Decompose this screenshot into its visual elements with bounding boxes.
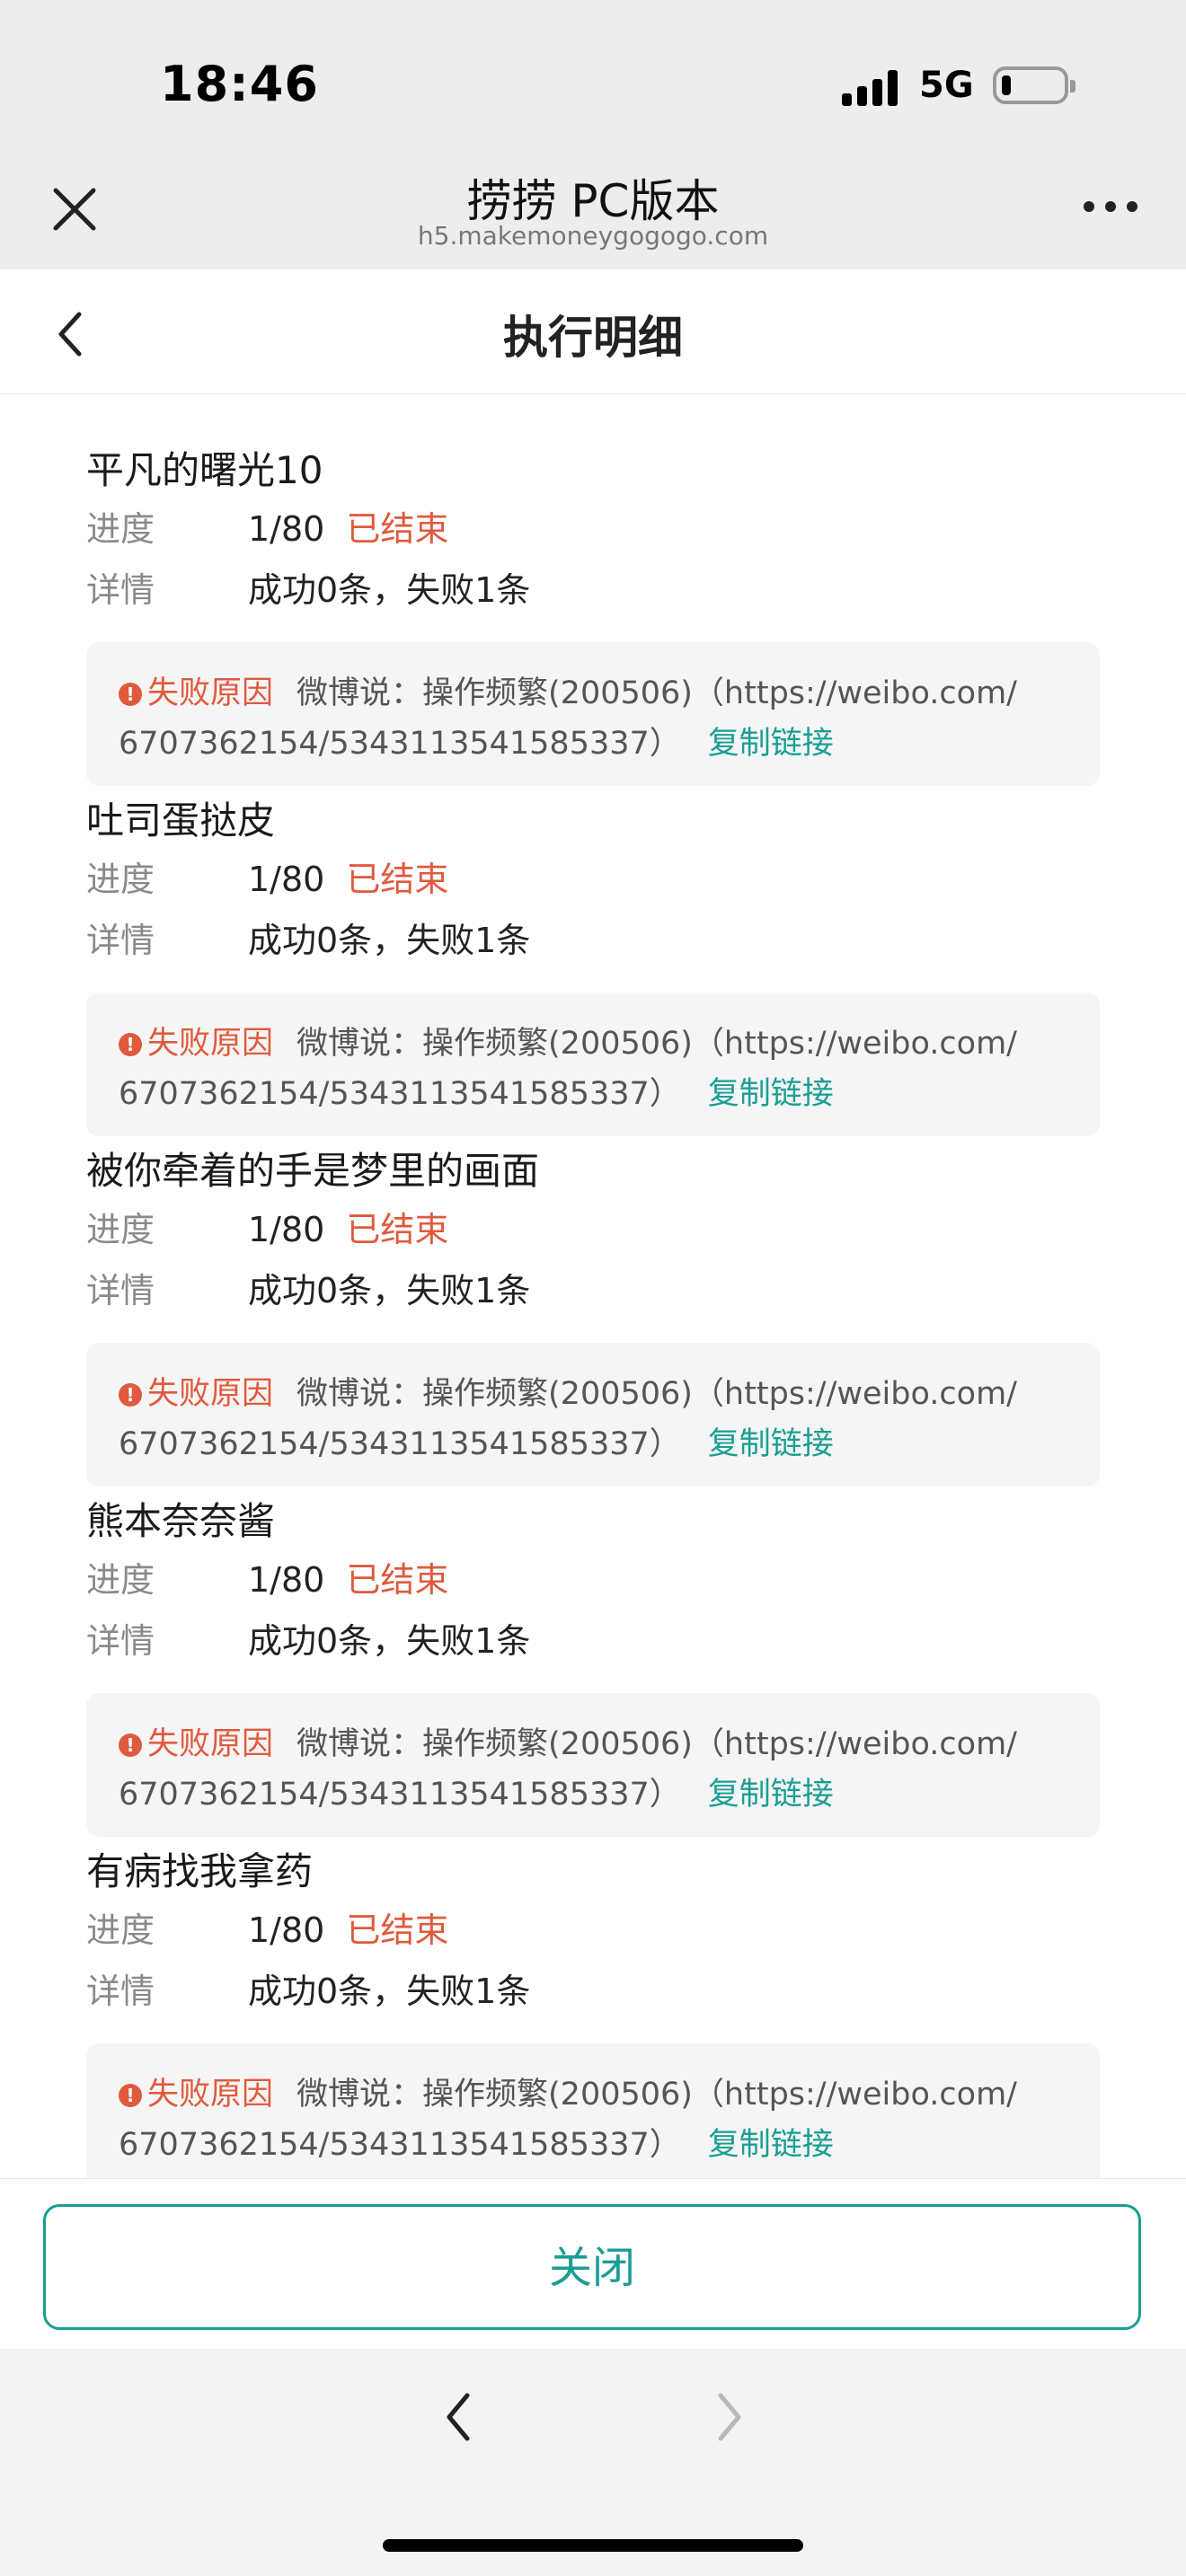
detail-value: 成功0条，失败1条: [248, 570, 531, 610]
status-badge: 已结束: [346, 1560, 449, 1600]
status-badge: 已结束: [346, 1210, 449, 1249]
account-name: 被你牵着的手是梦里的画面: [86, 1149, 540, 1193]
progress-label: 进度: [86, 860, 155, 899]
fail-reason-line: 6707362154/5343113541585337） 复制链接: [119, 1068, 834, 1114]
task-list[interactable]: 平凡的曙光10 进度 1/80 已结束 详情 成功0条，失败1条! 失败原因 微博说：操作频繁…: [0, 394, 1186, 2178]
status-badge: 已结束: [346, 1910, 449, 1950]
network-type: 5G: [919, 65, 974, 106]
status-badge: 已结束: [346, 509, 449, 549]
fail-reason-text: 6707362154/5343113541585337）: [119, 2127, 681, 2163]
fail-reason-text: 微博说：操作频繁(200506)（https://weibo.com/: [296, 675, 1017, 711]
fail-reason-line: 6707362154/5343113541585337） 复制链接: [119, 1769, 834, 1814]
detail-value: 成功0条，失败1条: [248, 921, 531, 960]
progress-value: 1/80: [248, 1560, 325, 1600]
detail-value: 成功0条，失败1条: [248, 1271, 531, 1310]
fail-reason-line: 6707362154/5343113541585337） 复制链接: [119, 718, 834, 763]
battery-icon: [993, 66, 1075, 104]
fail-reason-text: 6707362154/5343113541585337）: [119, 726, 681, 762]
error-icon: !: [119, 2084, 142, 2107]
detail-label: 详情: [86, 1271, 155, 1310]
progress-label: 进度: [86, 1560, 155, 1600]
fail-reason-text: 微博说：操作频繁(200506)（https://weibo.com/: [296, 1376, 1017, 1412]
copy-link-button[interactable]: 复制链接: [708, 726, 834, 762]
fail-reason-line: ! 失败原因 微博说：操作频繁(200506)（https://weibo.com/: [119, 2069, 1017, 2114]
account-name: 吐司蛋挞皮: [86, 798, 276, 842]
error-icon: !: [119, 1033, 142, 1056]
fail-reason-line: ! 失败原因 微博说：操作频繁(200506)（https://weibo.com/: [119, 667, 1017, 713]
account-name: 有病找我拿药: [86, 1849, 314, 1893]
copy-link-button[interactable]: 复制链接: [708, 1777, 834, 1813]
signal-icon: [842, 68, 899, 106]
fail-reason-line: 6707362154/5343113541585337） 复制链接: [119, 1418, 834, 1464]
close-button[interactable]: 关闭: [43, 2204, 1141, 2330]
page-header: 执行明细: [0, 269, 1186, 394]
fail-reason-box: ! 失败原因 微博说：操作频繁(200506)（https://weibo.com/…: [86, 1343, 1100, 1486]
footer: 关闭: [0, 2178, 1186, 2350]
fail-reason-text: 微博说：操作频繁(200506)（https://weibo.com/: [296, 2077, 1017, 2113]
fail-reason-line: ! 失败原因 微博说：操作频繁(200506)（https://weibo.com/: [119, 1718, 1017, 1764]
detail-label: 详情: [86, 1621, 155, 1661]
fail-reason-label: 失败原因: [147, 675, 274, 711]
chevron-right-icon[interactable]: [710, 2388, 749, 2446]
status-time: 18:46: [160, 56, 319, 112]
fail-reason-line: ! 失败原因 微博说：操作频繁(200506)（https://weibo.com/: [119, 1368, 1017, 1414]
fail-reason-box: ! 失败原因 微博说：操作频繁(200506)（https://weibo.com/…: [86, 2043, 1100, 2178]
progress-label: 进度: [86, 1910, 155, 1950]
detail-label: 详情: [86, 570, 155, 610]
detail-value: 成功0条，失败1条: [248, 1621, 531, 1661]
progress-value-wrap: 1/80 已结束: [248, 1902, 448, 1952]
fail-reason-text: 6707362154/5343113541585337）: [119, 1076, 681, 1112]
progress-value-wrap: 1/80 已结束: [248, 501, 448, 551]
fail-reason-text: 6707362154/5343113541585337）: [119, 1426, 681, 1462]
account-name: 熊本奈奈酱: [86, 1499, 276, 1543]
fail-reason-text: 微博说：操作频繁(200506)（https://weibo.com/: [296, 1726, 1017, 1762]
detail-label: 详情: [86, 921, 155, 960]
fail-reason-box: ! 失败原因 微博说：操作频繁(200506)（https://weibo.com/…: [86, 642, 1100, 786]
status-badge: 已结束: [346, 860, 449, 899]
progress-value: 1/80: [248, 860, 325, 899]
error-icon: !: [119, 1734, 142, 1757]
fail-reason-line: ! 失败原因 微博说：操作频繁(200506)（https://weibo.com/: [119, 1018, 1017, 1063]
fail-reason-label: 失败原因: [147, 1376, 274, 1412]
fail-reason-box: ! 失败原因 微博说：操作频繁(200506)（https://weibo.com/…: [86, 992, 1100, 1136]
detail-label: 详情: [86, 1972, 155, 2011]
progress-label: 进度: [86, 1210, 155, 1249]
fail-reason-label: 失败原因: [147, 1726, 274, 1762]
browser-url: h5.makemoneygogogo.com: [417, 221, 769, 251]
home-indicator: [383, 2539, 803, 2552]
account-name: 平凡的曙光10: [86, 448, 323, 492]
page-title: 执行明细: [503, 312, 683, 364]
more-dots-icon[interactable]: [1084, 201, 1137, 214]
copy-link-button[interactable]: 复制链接: [708, 2127, 834, 2163]
error-icon: !: [119, 683, 142, 706]
fail-reason-box: ! 失败原因 微博说：操作频繁(200506)（https://weibo.com/…: [86, 1693, 1100, 1837]
browser-nav-bar: [0, 2349, 1186, 2576]
detail-value: 成功0条，失败1条: [248, 1972, 531, 2011]
chevron-left-icon[interactable]: [438, 2388, 478, 2446]
progress-value-wrap: 1/80 已结束: [248, 1552, 448, 1601]
copy-link-button[interactable]: 复制链接: [708, 1076, 834, 1112]
progress-value: 1/80: [248, 1910, 325, 1950]
fail-reason-label: 失败原因: [147, 2077, 274, 2113]
error-icon: !: [119, 1383, 142, 1407]
fail-reason-text: 微博说：操作频繁(200506)（https://weibo.com/: [296, 1026, 1017, 1062]
browser-chrome: 18:46 5G 捞捞 PC版本 h5.makemoneygogogo.com: [0, 0, 1186, 269]
copy-link-button[interactable]: 复制链接: [708, 1426, 834, 1462]
progress-value: 1/80: [248, 509, 325, 549]
fail-reason-line: 6707362154/5343113541585337） 复制链接: [119, 2119, 834, 2165]
fail-reason-text: 6707362154/5343113541585337）: [119, 1777, 681, 1813]
fail-reason-label: 失败原因: [147, 1026, 274, 1062]
progress-value-wrap: 1/80 已结束: [248, 1202, 448, 1251]
progress-label: 进度: [86, 509, 155, 549]
progress-value: 1/80: [248, 1210, 325, 1249]
progress-value-wrap: 1/80 已结束: [248, 851, 448, 901]
